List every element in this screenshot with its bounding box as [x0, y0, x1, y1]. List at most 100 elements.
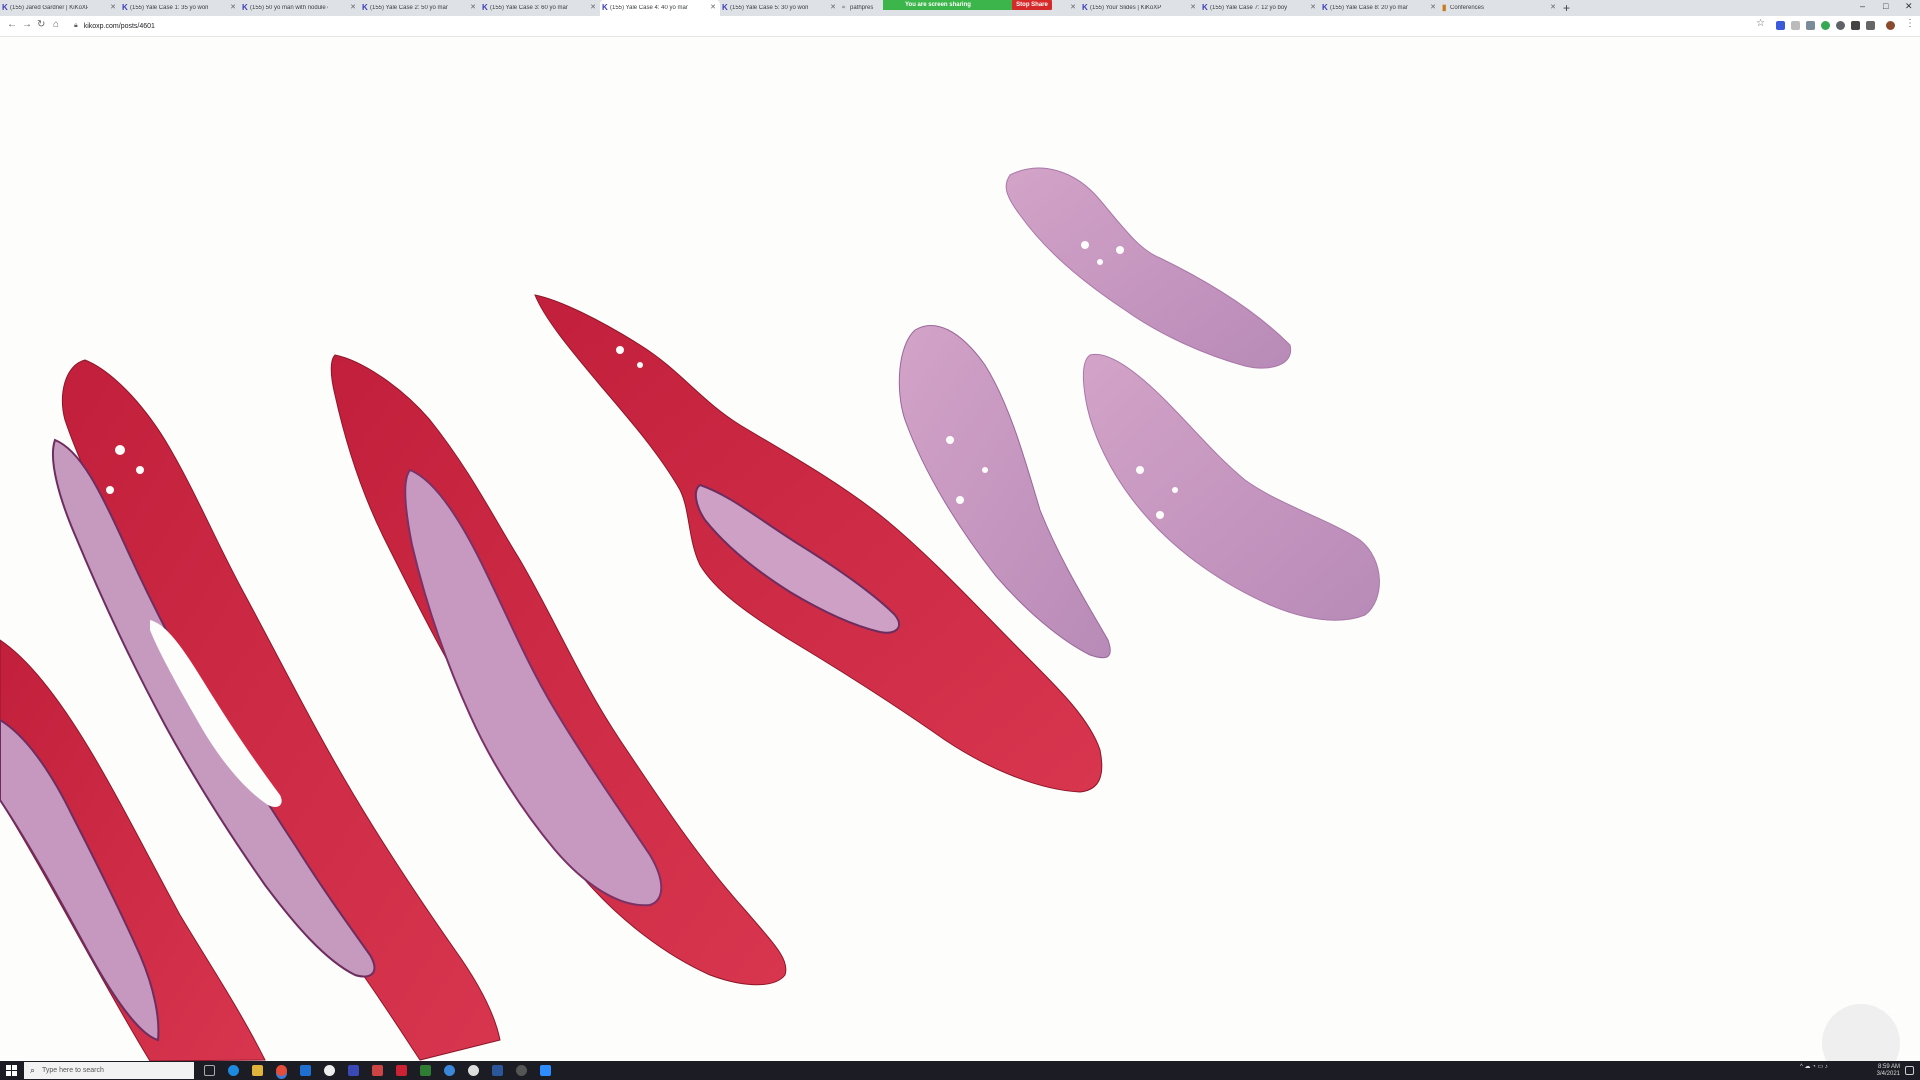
screen-share-banner: You are screen sharing	[883, 0, 1013, 10]
chat-icon[interactable]	[468, 1065, 479, 1076]
home-icon[interactable]: ⌂	[53, 19, 59, 30]
screen-share-text: You are screen sharing	[905, 2, 971, 8]
tab-strip: K (155) Jared Gardner | KiKoXP ✕ K (155)…	[0, 0, 1920, 16]
clock[interactable]: 8:59 AM 3/4/2021	[1850, 1064, 1900, 1078]
app-icon[interactable]	[324, 1065, 335, 1076]
tab-close-icon[interactable]: ✕	[1070, 3, 1076, 11]
app-icon[interactable]	[396, 1065, 407, 1076]
outlook-icon[interactable]	[300, 1065, 311, 1076]
taskbar-search-placeholder: Type here to search	[42, 1067, 104, 1074]
tab-label: Conferences	[1450, 5, 1485, 11]
taskbar: ⌕ Type here to search ^ ☁ ◔ ▭ ♪ 8:59 AM …	[0, 1061, 1920, 1080]
kikoxp-icon: K	[602, 3, 608, 12]
new-tab-button[interactable]: +	[1563, 1, 1570, 15]
kikoxp-icon: K	[362, 3, 368, 12]
task-view-icon[interactable]	[204, 1065, 215, 1076]
tab-10[interactable]: K (155) Yale Case 8: 20 yo man wit ✕	[1320, 0, 1440, 16]
tab-close-icon[interactable]: ✕	[1190, 3, 1196, 11]
pathpresenter-icon: ≈	[842, 5, 846, 11]
tab-close-icon[interactable]: ✕	[230, 3, 236, 11]
tab-5-active[interactable]: K (155) Yale Case 4: 40 yo man wit ✕	[600, 0, 720, 16]
search-icon: ⌕	[30, 1065, 36, 1075]
tissue-fragment	[1082, 353, 1380, 621]
reload-icon[interactable]: ↻	[37, 19, 45, 30]
histology-slide[interactable]	[0, 37, 1920, 1061]
app-icon[interactable]	[516, 1065, 527, 1076]
bookmark-icon: ▮	[1442, 3, 1447, 12]
tab-close-icon[interactable]: ✕	[110, 3, 116, 11]
star-icon[interactable]: ☆	[1756, 18, 1765, 29]
clock-date: 3/4/2021	[1876, 1071, 1900, 1077]
tab-close-icon[interactable]: ✕	[350, 3, 356, 11]
url-text: kikoxp.com/posts/4601	[83, 22, 155, 30]
extension-icon[interactable]	[1776, 21, 1785, 30]
skype-icon[interactable]	[444, 1065, 455, 1076]
slide-viewer[interactable]	[0, 37, 1920, 1061]
tissue-fragment	[404, 468, 663, 907]
tab-close-icon[interactable]: ✕	[470, 3, 476, 11]
tab-label: (155) Yale Case 5: 30 yo woman	[730, 5, 808, 11]
tab-1[interactable]: K (155) Yale Case 1: 35 yo woman ✕	[120, 0, 240, 16]
tab-label: (155) Yale Case 7: 12 yo boy wit	[1210, 5, 1288, 11]
tab-label: (155) Your Slides | KiKoXP	[1090, 5, 1162, 11]
extension-icon[interactable]	[1851, 21, 1860, 30]
back-arrow-icon[interactable]: ←	[7, 19, 17, 30]
tab-close-icon[interactable]: ✕	[710, 3, 716, 11]
app-icon[interactable]	[420, 1065, 431, 1076]
file-explorer-icon[interactable]	[252, 1065, 263, 1076]
tab-8[interactable]: K (155) Your Slides | KiKoXP ✕	[1080, 0, 1200, 16]
tab-9[interactable]: K (155) Yale Case 7: 12 yo boy wit ✕	[1200, 0, 1320, 16]
kikoxp-icon: K	[722, 3, 728, 12]
tab-close-icon[interactable]: ✕	[1550, 3, 1556, 11]
extension-icon[interactable]	[1821, 21, 1830, 30]
tab-6[interactable]: K (155) Yale Case 5: 30 yo woman ✕	[720, 0, 840, 16]
tab-4[interactable]: K (155) Yale Case 3: 60 yo man wit ✕	[480, 0, 600, 16]
stop-share-button[interactable]: Stop Share	[1012, 0, 1052, 10]
tab-close-icon[interactable]: ✕	[830, 3, 836, 11]
tab-label: (155) Yale Case 3: 60 yo man wit	[490, 5, 568, 11]
taskbar-search[interactable]: ⌕ Type here to search	[24, 1062, 194, 1079]
tab-close-icon[interactable]: ✕	[1310, 3, 1316, 11]
chrome-icon[interactable]	[276, 1065, 287, 1076]
tab-label: (155) Jared Gardner | KiKoXP	[10, 5, 88, 11]
tab-close-icon[interactable]: ✕	[590, 3, 596, 11]
extension-icon[interactable]	[1806, 21, 1815, 30]
extension-icon[interactable]	[1836, 21, 1845, 30]
notification-icon[interactable]	[1905, 1066, 1914, 1075]
tab-label: pathpres	[850, 5, 874, 11]
extension-icon[interactable]	[1791, 21, 1800, 30]
tab-label: (155) Yale Case 1: 35 yo woman	[130, 5, 208, 11]
kikoxp-icon: K	[2, 3, 8, 12]
tissue-fragment	[1005, 167, 1292, 369]
tab-label: (155) Yale Case 8: 20 yo man wit	[1330, 5, 1408, 11]
forward-arrow-icon[interactable]: →	[22, 19, 32, 30]
system-tray-icons[interactable]: ^ ☁ ◔ ▭ ♪	[1800, 1064, 1828, 1071]
zoom-icon[interactable]	[540, 1065, 551, 1076]
kikoxp-icon: K	[122, 3, 128, 12]
kikoxp-icon: K	[242, 3, 248, 12]
kikoxp-icon: K	[1082, 3, 1088, 12]
minimize-button[interactable]: –	[1860, 1, 1865, 11]
lock-icon: 🔒︎	[74, 22, 78, 29]
tab-label: (155) Yale Case 2: 50 yo man wit	[370, 5, 448, 11]
close-window-button[interactable]: ✕	[1905, 1, 1913, 12]
app-icon[interactable]	[372, 1065, 383, 1076]
windows-start-icon[interactable]	[6, 1065, 17, 1076]
tab-label: (155) Yale Case 4: 40 yo man wit	[610, 5, 688, 11]
kikoxp-icon: K	[482, 3, 488, 12]
maximize-button[interactable]: □	[1883, 1, 1888, 11]
puzzle-icon[interactable]	[1866, 21, 1875, 30]
tab-2[interactable]: K (155) 50 yo man with nodule ov ✕	[240, 0, 360, 16]
address-bar[interactable]: 🔒︎ kikoxp.com/posts/4601	[74, 19, 1764, 33]
tab-3[interactable]: K (155) Yale Case 2: 50 yo man wit ✕	[360, 0, 480, 16]
tab-11[interactable]: ▮ Conferences ✕	[1440, 0, 1560, 16]
profile-avatar[interactable]	[1886, 21, 1895, 30]
edge-icon[interactable]	[228, 1065, 239, 1076]
tab-close-icon[interactable]: ✕	[1430, 3, 1436, 11]
app-icon[interactable]	[348, 1065, 359, 1076]
word-icon[interactable]	[492, 1065, 503, 1076]
menu-dots-icon[interactable]: ⋮	[1905, 18, 1915, 29]
stop-share-label: Stop Share	[1016, 2, 1048, 8]
tab-0[interactable]: K (155) Jared Gardner | KiKoXP ✕	[0, 0, 120, 16]
clock-time: 8:59 AM	[1877, 1064, 1900, 1070]
